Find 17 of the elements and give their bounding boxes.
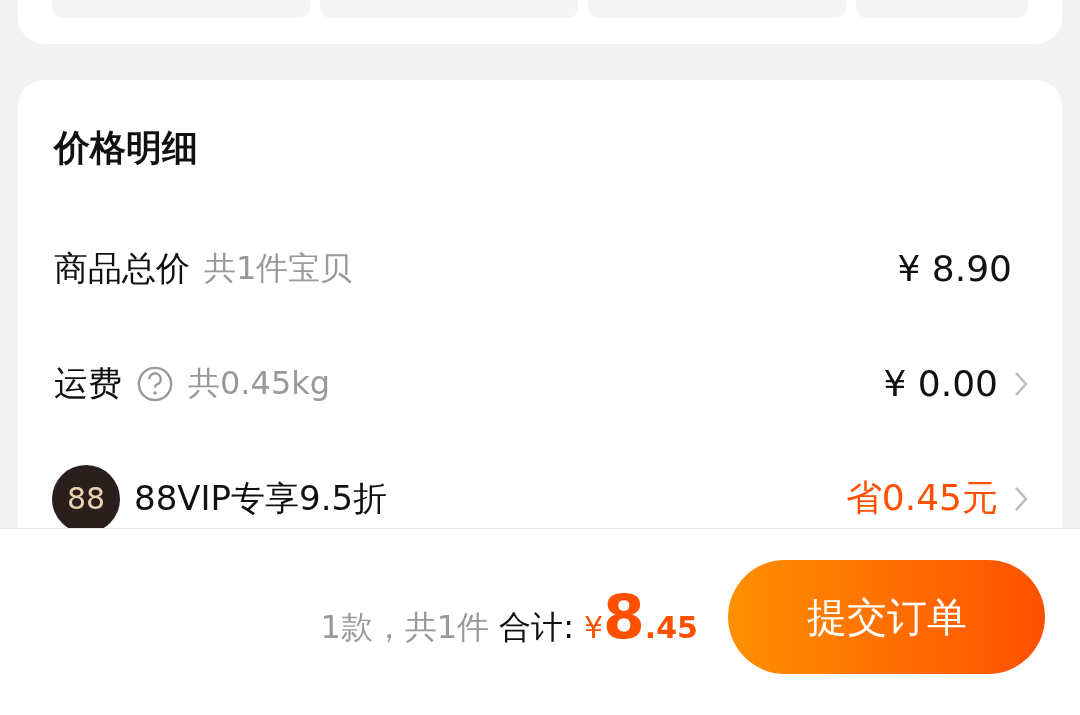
row-label: 88VIP专享9.5折: [134, 476, 388, 520]
section-title: 价格明细: [54, 126, 199, 170]
item-count: 1款，共1件: [320, 607, 490, 648]
row-value: ¥ 8.90: [897, 248, 1012, 289]
row-value: 省0.45元: [845, 476, 998, 520]
row-value: ¥ 0.00: [883, 363, 998, 404]
row-note: 共0.45kg: [188, 362, 331, 404]
chevron-icon[interactable]: [1014, 370, 1028, 397]
total-price: ¥8.45: [584, 582, 698, 652]
row-label: 商品总价: [54, 246, 190, 290]
vip-badge: 88: [52, 464, 120, 528]
chevron-icon[interactable]: [1014, 485, 1028, 512]
help-icon[interactable]: [136, 364, 174, 403]
total-label: 合计:: [499, 607, 574, 648]
row-note: 共1件宝贝: [204, 247, 353, 289]
submit-order-button[interactable]: 提交订单: [728, 560, 1045, 674]
row-label: 运费: [54, 361, 122, 405]
